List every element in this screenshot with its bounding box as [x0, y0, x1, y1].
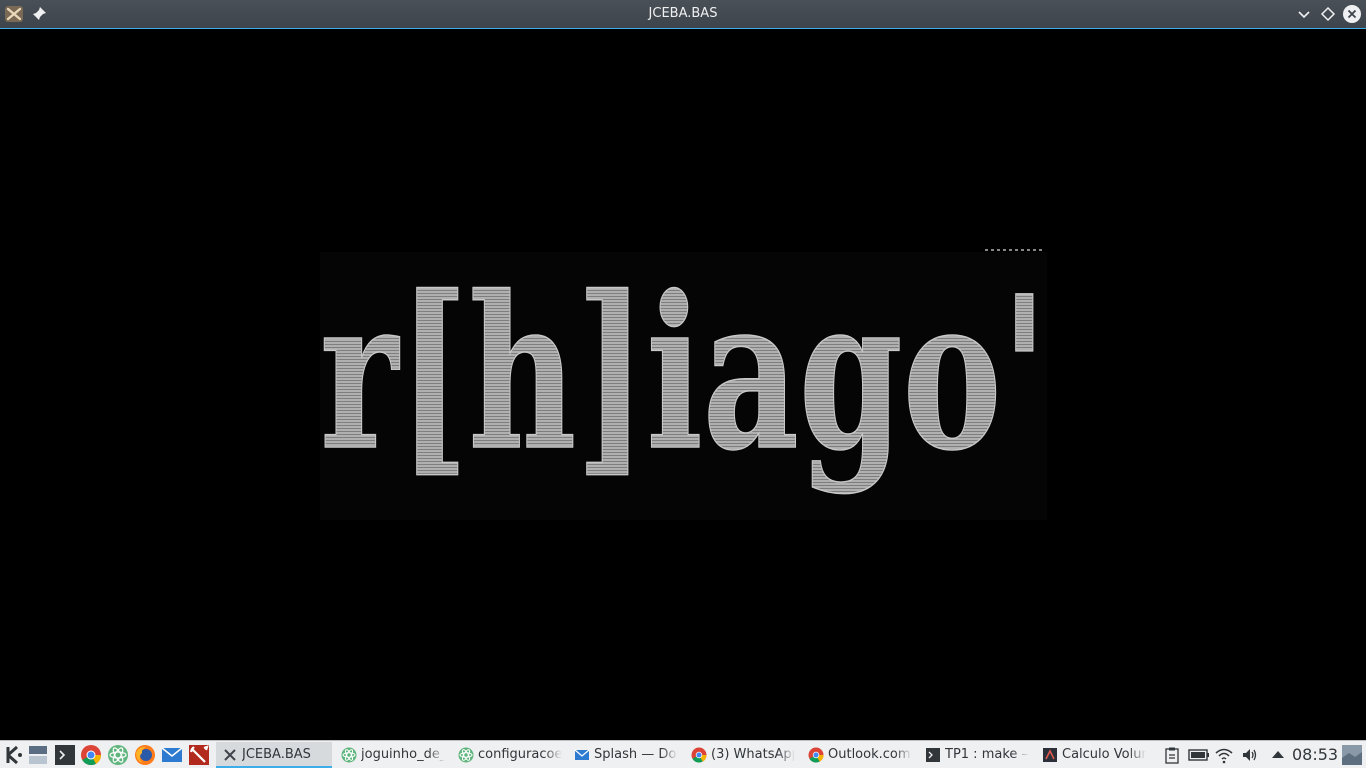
- diamond-icon[interactable]: [1318, 4, 1338, 24]
- desktop-pager-icon[interactable]: [1341, 744, 1363, 766]
- task-calculo-volume[interactable]: Calculo Volum: [1036, 742, 1148, 768]
- battery-icon[interactable]: [1188, 746, 1210, 764]
- kde-menu-icon[interactable]: [3, 744, 25, 766]
- chrome-icon[interactable]: [80, 744, 102, 766]
- chevron-down-icon[interactable]: [1294, 4, 1314, 24]
- task-whatsapp[interactable]: (3) WhatsApp: [685, 742, 797, 768]
- task-splash[interactable]: Splash — Dol: [568, 742, 680, 768]
- chrome-icon: [808, 747, 824, 763]
- dota-icon[interactable]: [188, 744, 210, 766]
- task-label: Calculo Volum: [1062, 747, 1146, 762]
- expand-arrow-icon[interactable]: [1269, 746, 1287, 764]
- task-label: JCEBA.BAS: [242, 747, 311, 762]
- task-jceba[interactable]: JCEBA.BAS: [216, 742, 332, 768]
- terminal-icon[interactable]: [54, 744, 76, 766]
- atom-icon[interactable]: [107, 744, 129, 766]
- logo-graphic: r[h]iago': [320, 252, 1047, 498]
- volume-icon[interactable]: [1241, 746, 1259, 764]
- task-configuracoes[interactable]: configuracoe: [452, 742, 564, 768]
- mail-icon: [574, 749, 590, 760]
- mail-icon[interactable]: [161, 744, 183, 766]
- close-icon[interactable]: [1342, 4, 1362, 24]
- app-icon: [1043, 748, 1057, 762]
- window-title: JCEBA.BAS: [648, 6, 718, 21]
- clipboard-icon[interactable]: [1163, 746, 1181, 764]
- task-tp1-make[interactable]: TP1 : make —: [919, 742, 1031, 768]
- task-label: configuracoe: [478, 747, 562, 762]
- task-joguinho[interactable]: joguinho_de_: [335, 742, 447, 768]
- task-label: (3) WhatsApp: [711, 747, 795, 762]
- terminal-icon: [926, 748, 940, 762]
- window-titlebar[interactable]: JCEBA.BAS: [0, 0, 1366, 29]
- clock[interactable]: 08:53: [1292, 741, 1338, 768]
- chrome-icon: [691, 747, 707, 763]
- taskbar: JCEBA.BAS joguinho_de_ configuracoe Spla…: [0, 740, 1366, 768]
- atom-icon: [458, 747, 474, 763]
- task-label: TP1 : make —: [945, 747, 1029, 762]
- wifi-icon[interactable]: [1214, 746, 1234, 764]
- logo-panel: r[h]iago': [320, 252, 1047, 520]
- pixel-artifact: [985, 249, 1045, 251]
- show-desktop-icon[interactable]: [27, 744, 49, 766]
- atom-icon: [341, 747, 357, 763]
- task-outlook[interactable]: Outlook.com: [802, 742, 914, 768]
- task-label: Outlook.com: [828, 747, 911, 762]
- task-label: joguinho_de_: [361, 747, 445, 762]
- firefox-icon[interactable]: [134, 744, 156, 766]
- qb64-icon: [224, 749, 236, 761]
- program-canvas[interactable]: r[h]iago': [0, 30, 1366, 740]
- task-label: Splash — Dol: [594, 747, 678, 762]
- logo-text: r[h]iago': [320, 252, 1047, 497]
